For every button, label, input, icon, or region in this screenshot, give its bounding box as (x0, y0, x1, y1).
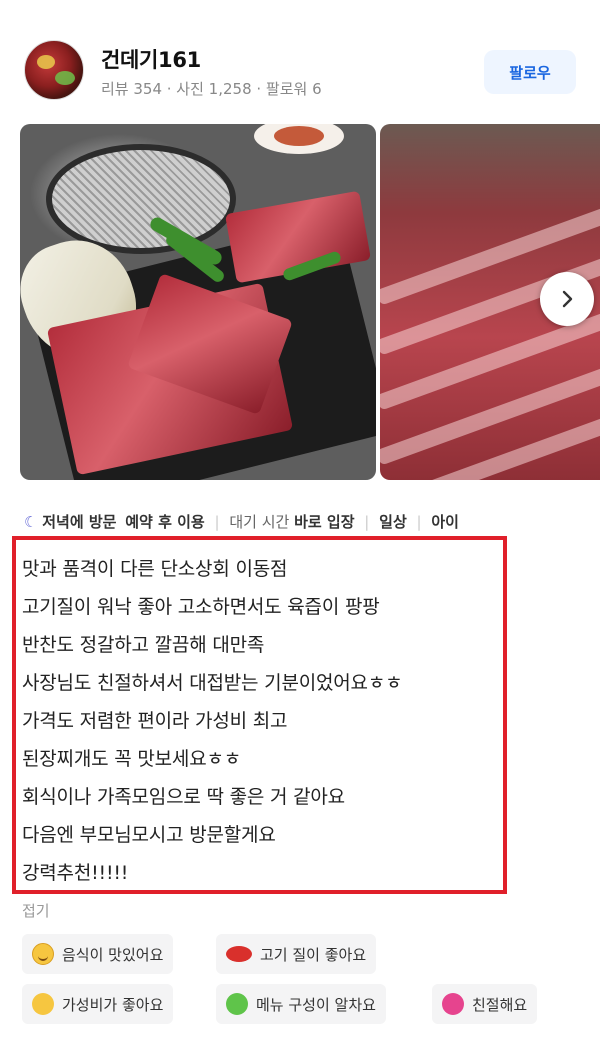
green-heart-emoji-icon (226, 993, 248, 1015)
visit-purpose: 일상 (379, 513, 407, 531)
review-line: 사장님도 친절하셔서 대접받는 기분이었어요ㅎㅎ (22, 672, 403, 694)
photo-carousel[interactable] (20, 124, 600, 480)
review-line: 회식이나 가족모임으로 딱 좋은 거 같아요 (22, 786, 345, 808)
review-line: 된장찌개도 꼭 맛보세요ㅎㅎ (22, 748, 242, 770)
tag-meat-quality: 고기 질이 좋아요 (216, 934, 377, 974)
thumbs-up-emoji-icon (32, 993, 54, 1015)
visit-with: 아이 (431, 513, 459, 531)
review-line: 강력추천!!!!! (22, 862, 129, 884)
pink-heart-emoji-icon (442, 993, 464, 1015)
visit-info: ☾ 저녁에 방문 예약 후 이용 | 대기 시간 바로 입장 | 일상 | 아이 (24, 513, 459, 531)
meat-emoji-icon (226, 946, 252, 962)
tag-food-tasty: 음식이 맛있어요 (22, 934, 174, 974)
tag-label: 친절해요 (472, 995, 528, 1014)
tag-label: 메뉴 구성이 알차요 (256, 995, 376, 1014)
moon-icon: ☾ (24, 513, 38, 531)
grill-graphic (46, 144, 236, 254)
reviewer-avatar[interactable] (24, 40, 84, 100)
tag-label: 고기 질이 좋아요 (260, 945, 367, 964)
tag-label: 가성비가 좋아요 (62, 995, 164, 1014)
follow-button[interactable]: 팔로우 (484, 50, 576, 94)
tag-menu: 메뉴 구성이 알차요 (216, 984, 386, 1024)
collapse-link[interactable]: 접기 (22, 900, 50, 921)
tag-label: 음식이 맛있어요 (62, 945, 164, 964)
chevron-right-icon (562, 290, 573, 308)
review-line: 가격도 저렴한 편이라 가성비 최고 (22, 710, 288, 732)
review-line: 반찬도 정갈하고 깔끔해 대만족 (22, 634, 265, 656)
visit-reservation: 예약 후 이용 (125, 513, 205, 531)
smile-emoji-icon (32, 943, 54, 965)
tag-value: 가성비가 좋아요 (22, 984, 174, 1024)
review-line: 고기질이 워낙 좋아 고소하면서도 육즙이 팡팡 (22, 596, 380, 618)
wait-label: 대기 시간 (229, 513, 290, 531)
reviewer-stats: 리뷰 354 · 사진 1,258 · 팔로워 6 (101, 80, 322, 98)
review-photo-1[interactable] (20, 124, 376, 480)
reviewer-username[interactable]: 건데기161 (101, 44, 201, 74)
carousel-next-button[interactable] (540, 272, 594, 326)
review-line: 맛과 품격이 다른 단소상회 이동점 (22, 558, 288, 580)
tag-kind: 친절해요 (432, 984, 538, 1024)
review-line: 다음엔 부모님모시고 방문할게요 (22, 824, 276, 846)
visit-time: 저녁에 방문 (42, 513, 117, 531)
wait-value: 바로 입장 (294, 513, 355, 531)
reviewer-header: 건데기161 리뷰 354 · 사진 1,258 · 팔로워 6 팔로우 (24, 40, 576, 104)
